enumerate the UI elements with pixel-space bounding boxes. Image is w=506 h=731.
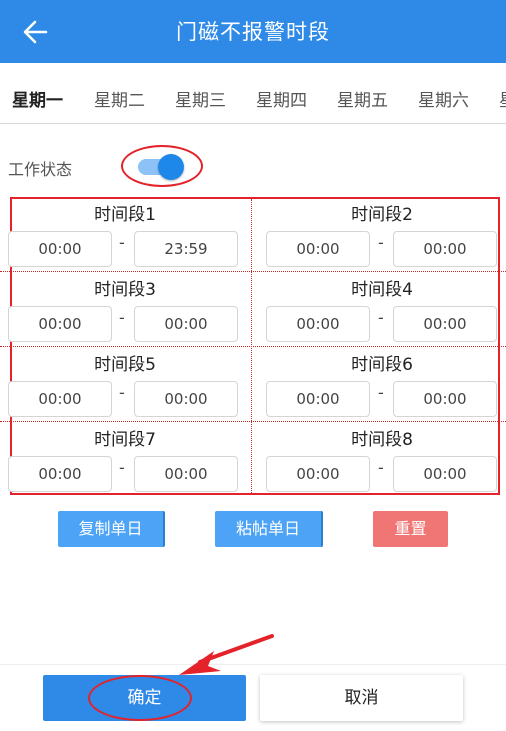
grid-divider-row-2 bbox=[0, 346, 506, 347]
annotation-circle-confirm bbox=[88, 675, 192, 721]
period-4-label: 时间段4 bbox=[351, 280, 413, 300]
period-4-start-input[interactable]: 00:00 bbox=[266, 306, 370, 342]
tab-tuesday[interactable]: 星期二 bbox=[94, 86, 145, 111]
period-3-start-input[interactable]: 00:00 bbox=[8, 306, 112, 342]
work-status-label: 工作状态 bbox=[8, 160, 73, 179]
period-6-start-input[interactable]: 00:00 bbox=[266, 381, 370, 417]
copy-day-button[interactable]: 复制单日 bbox=[58, 511, 165, 547]
tab-friday[interactable]: 星期五 bbox=[337, 86, 388, 111]
footer-divider bbox=[0, 664, 506, 665]
period-5-label: 时间段5 bbox=[94, 355, 156, 375]
period-2-separator: - bbox=[378, 233, 384, 252]
tab-sunday[interactable]: 星 bbox=[499, 86, 506, 111]
period-6-separator: - bbox=[378, 383, 384, 402]
weekday-tabs: 星期一 星期二 星期三 星期四 星期五 星期六 星 bbox=[0, 72, 506, 124]
period-3-label: 时间段3 bbox=[94, 280, 156, 300]
tab-wednesday[interactable]: 星期三 bbox=[175, 86, 226, 111]
cancel-button[interactable]: 取消 bbox=[260, 675, 463, 721]
reset-button[interactable]: 重置 bbox=[373, 511, 448, 547]
period-8-end-input[interactable]: 00:00 bbox=[393, 456, 497, 492]
period-8-start-input[interactable]: 00:00 bbox=[266, 456, 370, 492]
period-3-separator: - bbox=[119, 308, 125, 327]
period-8-separator: - bbox=[378, 458, 384, 477]
app-header: 门磁不报警时段 bbox=[0, 0, 506, 63]
annotation-circle-toggle bbox=[121, 145, 203, 187]
period-6-end-input[interactable]: 00:00 bbox=[393, 381, 497, 417]
period-7-end-input[interactable]: 00:00 bbox=[134, 456, 238, 492]
period-1-separator: - bbox=[119, 233, 125, 252]
period-4-separator: - bbox=[378, 308, 384, 327]
period-7-separator: - bbox=[119, 458, 125, 477]
tab-thursday[interactable]: 星期四 bbox=[256, 86, 307, 111]
period-6-label: 时间段6 bbox=[351, 355, 413, 375]
tab-monday[interactable]: 星期一 bbox=[12, 86, 63, 111]
period-7-label: 时间段7 bbox=[94, 430, 156, 450]
period-2-end-input[interactable]: 00:00 bbox=[393, 231, 497, 267]
period-5-separator: - bbox=[119, 383, 125, 402]
grid-divider-row-1 bbox=[0, 271, 506, 272]
page-title: 门磁不报警时段 bbox=[176, 20, 330, 44]
period-7-start-input[interactable]: 00:00 bbox=[8, 456, 112, 492]
period-2-start-input[interactable]: 00:00 bbox=[266, 231, 370, 267]
period-1-start-input[interactable]: 00:00 bbox=[8, 231, 112, 267]
paste-day-button[interactable]: 粘帖单日 bbox=[215, 511, 323, 547]
period-8-label: 时间段8 bbox=[351, 430, 413, 450]
period-1-label: 时间段1 bbox=[94, 205, 156, 225]
period-5-start-input[interactable]: 00:00 bbox=[8, 381, 112, 417]
period-1-end-input[interactable]: 23:59 bbox=[134, 231, 238, 267]
tab-saturday[interactable]: 星期六 bbox=[418, 86, 469, 111]
period-5-end-input[interactable]: 00:00 bbox=[134, 381, 238, 417]
period-3-end-input[interactable]: 00:00 bbox=[134, 306, 238, 342]
period-4-end-input[interactable]: 00:00 bbox=[393, 306, 497, 342]
period-2-label: 时间段2 bbox=[351, 205, 413, 225]
grid-divider-row-3 bbox=[0, 421, 506, 422]
